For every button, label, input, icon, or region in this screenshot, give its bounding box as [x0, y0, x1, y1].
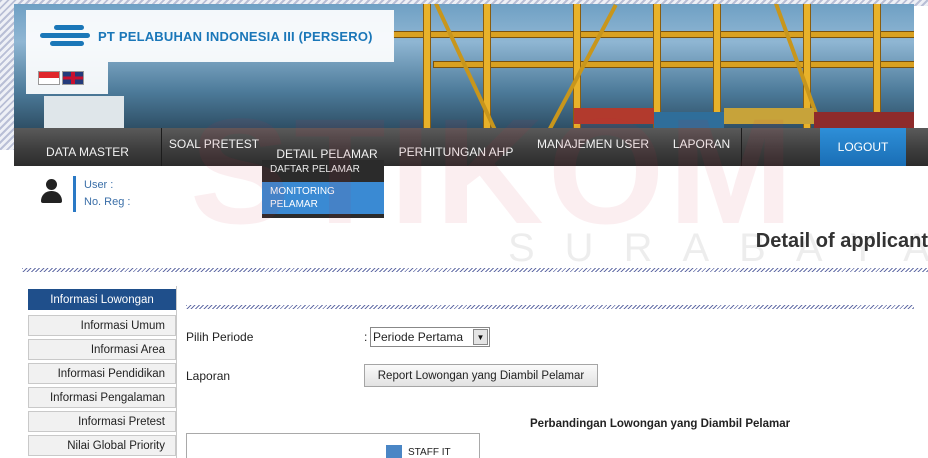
content-divider-wavy: [186, 305, 914, 309]
language-switcher: [26, 62, 108, 94]
tab-informasi-umum[interactable]: Informasi Umum: [28, 315, 176, 336]
indonesia-flag-icon[interactable]: [38, 71, 60, 85]
periode-label: Pilih Periode: [186, 330, 254, 344]
colon-separator: :: [364, 330, 368, 344]
tab-informasi-area[interactable]: Informasi Area: [28, 339, 176, 360]
tab-informasi-pendidikan[interactable]: Informasi Pendidikan: [28, 363, 176, 384]
chart-title: Perbandingan Lowongan yang Diambil Pelam…: [530, 418, 791, 430]
tab-informasi-pretest[interactable]: Informasi Pretest: [28, 411, 176, 432]
uk-flag-icon[interactable]: [62, 71, 84, 85]
tab-informasi-lowongan[interactable]: Informasi Lowongan: [28, 289, 176, 310]
legend-label: STAFF IT: [408, 447, 451, 458]
company-logo[interactable]: PT PELABUHAN INDONESIA III (PERSERO): [26, 10, 394, 62]
periode-select[interactable]: Periode Pertama ▼: [370, 327, 490, 347]
crane-beam: [434, 62, 914, 67]
company-name: PT PELABUHAN INDONESIA III (PERSERO): [98, 28, 373, 44]
user-icon: [40, 179, 62, 203]
report-button[interactable]: Report Lowongan yang Diambil Pelamar: [364, 364, 598, 387]
tab-nilai-global-priority[interactable]: Nilai Global Priority: [28, 435, 176, 456]
legend-swatch: [386, 445, 402, 458]
noreg-label: No. Reg :: [84, 196, 131, 208]
menu-data-master[interactable]: DATA MASTER: [14, 128, 162, 166]
periode-selected-value: Periode Pertama: [373, 330, 464, 344]
pelindo-logo-icon: [36, 22, 90, 50]
tab-informasi-pengalaman[interactable]: Informasi Pengalaman: [28, 387, 176, 408]
page-title: Detail of applicant: [755, 230, 928, 252]
cargo-container: [814, 112, 914, 128]
user-label: User :: [84, 179, 114, 191]
divider-wavy: [22, 268, 928, 272]
user-divider: [73, 176, 76, 212]
logout-button[interactable]: LOGOUT: [820, 128, 906, 166]
laporan-label: Laporan: [186, 369, 231, 383]
chevron-down-icon[interactable]: ▼: [473, 329, 488, 345]
ship-image: [44, 96, 124, 130]
